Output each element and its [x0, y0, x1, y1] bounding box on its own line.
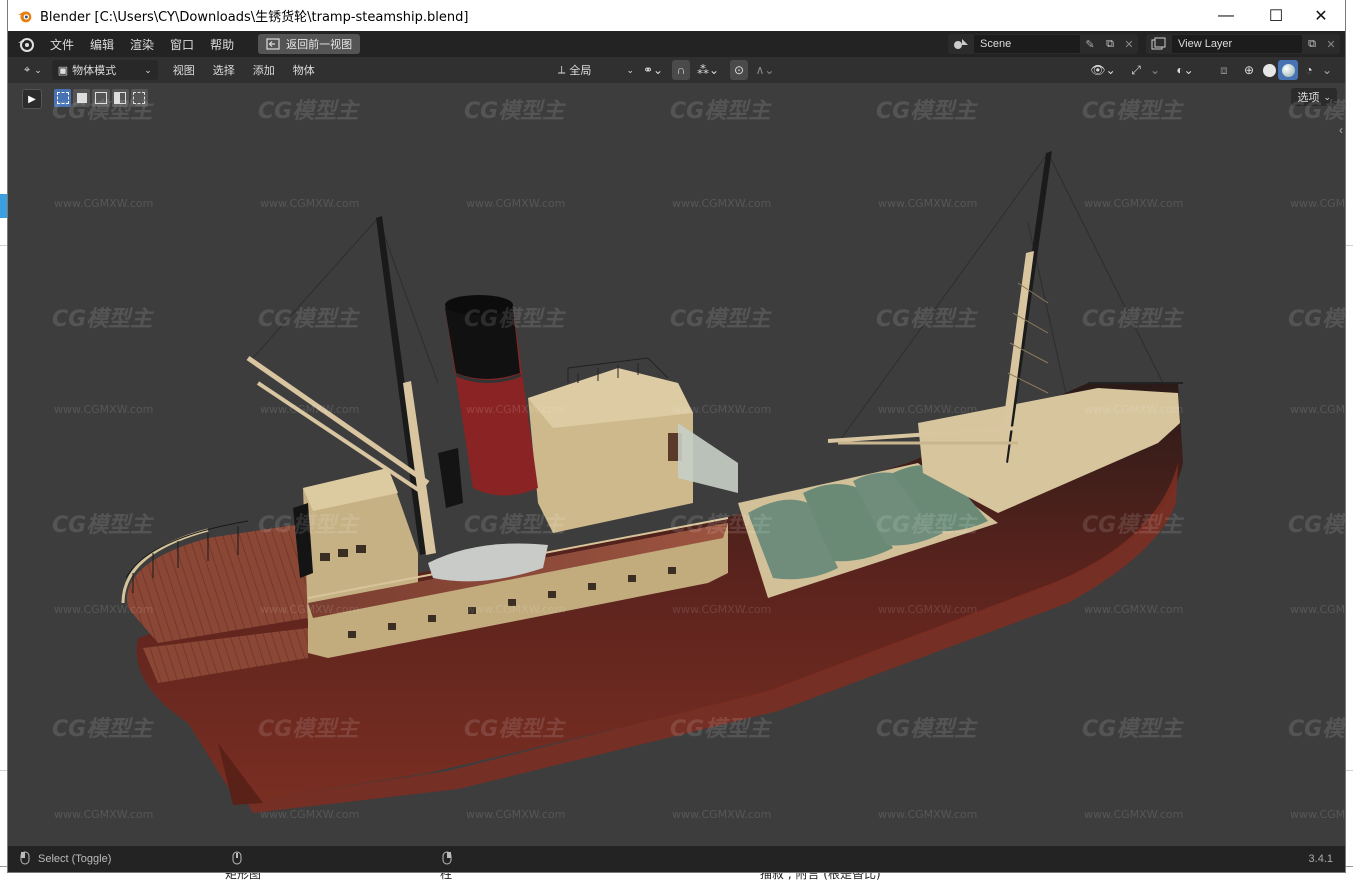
window-title: Blender [C:\Users\CY\Downloads\生锈货轮\tram…	[40, 10, 469, 25]
editor-type-dropdown[interactable]: ⌖ ⌄	[18, 60, 48, 80]
header-menu-object[interactable]: 物体	[284, 62, 324, 78]
viewport-header: ⌖ ⌄ ▣ 物体模式 ⌄ 视图 选择 添加 物体 ⟂ 全局 ⌄ ⚭⌄ ∩ ⁂⌄ ⊙…	[8, 57, 1345, 83]
transform-orientation-dropdown[interactable]: ⟂ 全局 ⌄	[552, 60, 640, 80]
3d-viewport[interactable]: ▶ 选项 ⌄ ‹ CG模型主 CG模型主 CG模型主 CG模型主 CG模型主 C…	[8, 83, 1345, 846]
remove-layer-icon[interactable]: ✕	[1322, 38, 1340, 51]
maximize-button[interactable]: ☐	[1253, 0, 1299, 31]
scene-selector[interactable]: Scene ✎ ⧉ ✕	[948, 34, 1138, 54]
orientation-icon: ⟂	[558, 63, 566, 76]
header-menu-view[interactable]: 视图	[164, 62, 204, 78]
axis-icon: ⌖	[24, 63, 31, 76]
blender-menu-icon[interactable]	[16, 34, 36, 54]
mouse-right-icon	[442, 851, 452, 868]
pivot-point-icon[interactable]: ⚭⌄	[638, 60, 668, 80]
close-button[interactable]: ✕	[1298, 0, 1344, 31]
material-preview-shading-icon[interactable]	[1278, 60, 1298, 80]
minimize-icon: —	[1218, 6, 1234, 24]
maximize-icon: ☐	[1268, 7, 1284, 25]
aft-derrick-2	[256, 381, 425, 495]
scene-name[interactable]: Scene	[974, 35, 1080, 53]
mode-label: 物体模式	[72, 65, 117, 77]
pin-icon[interactable]: ✎	[1080, 38, 1100, 51]
chevron-down-icon[interactable]: ⌄	[1320, 61, 1334, 79]
back-to-previous-button[interactable]: 返回前一视图	[258, 34, 361, 54]
copy-scene-icon[interactable]: ⧉	[1100, 38, 1120, 51]
header-menu-add[interactable]: 添加	[244, 62, 284, 78]
blender-logo-icon	[17, 11, 32, 22]
header-menu-select[interactable]: 选择	[204, 62, 244, 78]
minimize-button[interactable]: —	[1203, 0, 1249, 31]
view-layer-name[interactable]: View Layer	[1172, 35, 1302, 53]
remove-scene-icon[interactable]: ✕	[1120, 38, 1138, 51]
chevron-down-icon[interactable]: ⌄	[1148, 60, 1162, 80]
menu-file[interactable]: 文件	[42, 36, 82, 53]
menu-render[interactable]: 渲染	[122, 36, 162, 53]
snap-target-icon[interactable]: ⁂⌄	[694, 60, 722, 80]
mouse-middle-icon	[232, 851, 242, 868]
menu-edit[interactable]: 编辑	[82, 36, 122, 53]
orientation-label: 全局	[569, 65, 592, 77]
view-layer-icon	[1146, 37, 1172, 51]
status-hint: Select (Toggle)	[38, 853, 112, 865]
title-bar: Blender [C:\Users\CY\Downloads\生锈货轮\tram…	[8, 0, 1345, 31]
blender-window: Blender [C:\Users\CY\Downloads\生锈货轮\tram…	[8, 0, 1345, 872]
object-mode-icon: ▣	[57, 64, 69, 77]
mode-dropdown[interactable]: ▣ 物体模式 ⌄	[51, 60, 158, 80]
wireframe-shading-icon[interactable]: ⊕	[1240, 61, 1258, 79]
visibility-icon[interactable]: 👁⌄	[1088, 60, 1118, 80]
chevron-down-icon: ⌄	[144, 64, 152, 75]
snap-toggle-icon[interactable]: ∩	[672, 60, 690, 80]
back-button-label: 返回前一视图	[286, 38, 353, 51]
menu-help[interactable]: 帮助	[202, 36, 242, 53]
ventilator	[438, 448, 463, 508]
close-icon: ✕	[1314, 7, 1328, 25]
status-bar: Select (Toggle) 3.4.1	[8, 846, 1345, 872]
scene-icon	[948, 37, 974, 51]
back-arrow-icon	[266, 38, 280, 50]
menu-window[interactable]: 窗口	[162, 36, 202, 53]
xray-icon[interactable]: ⧈	[1214, 60, 1234, 80]
funnel-opening	[445, 295, 513, 315]
version-label: 3.4.1	[1308, 853, 1333, 865]
ship-model	[121, 151, 1184, 813]
overlays-icon[interactable]: ◐⌄	[1170, 60, 1200, 80]
solid-shading-icon[interactable]	[1260, 61, 1278, 79]
rendered-shading-icon[interactable]: ◔	[1300, 61, 1318, 79]
falloff-icon[interactable]: ∧⌄	[752, 60, 778, 80]
top-menu-bar: 文件 编辑 渲染 窗口 帮助 返回前一视图	[8, 31, 1345, 57]
gizmo-icon[interactable]: ⤢	[1124, 60, 1148, 80]
chevron-down-icon: ⌄	[626, 64, 634, 75]
view-layer-selector[interactable]: View Layer ⧉ ✕	[1146, 34, 1340, 54]
copy-layer-icon[interactable]: ⧉	[1302, 38, 1322, 51]
mouse-left-icon	[20, 851, 30, 868]
proportional-edit-icon[interactable]: ⊙	[730, 60, 748, 80]
